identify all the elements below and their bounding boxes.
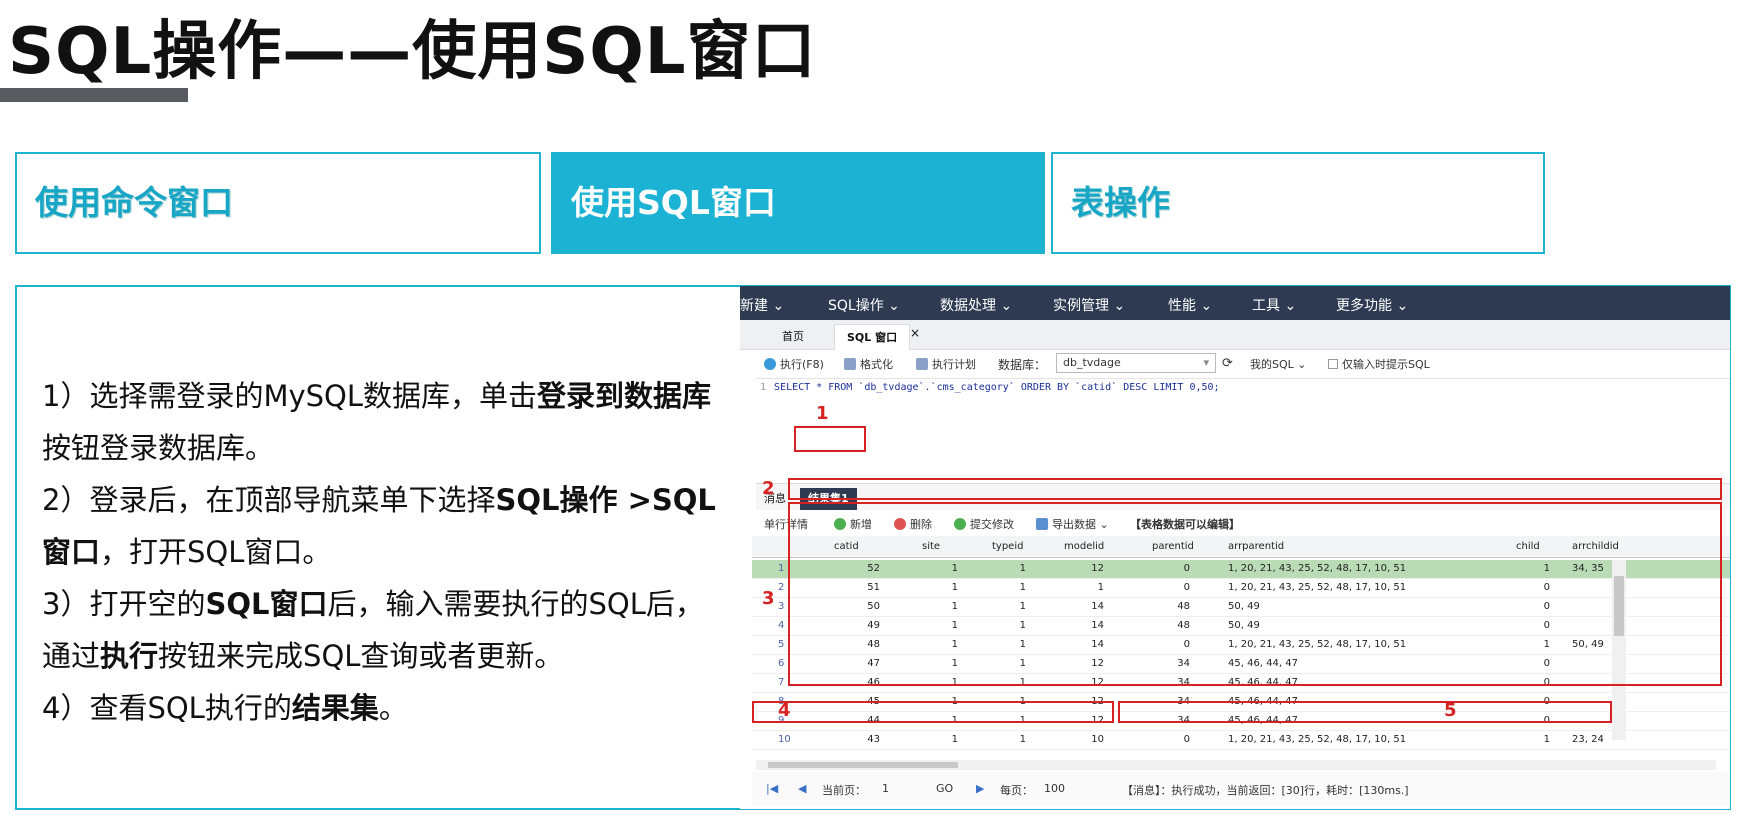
chevron-down-icon: ▾: [1203, 356, 1209, 369]
execution-plan-button[interactable]: 执行计划: [916, 356, 976, 372]
row-number: 4: [778, 620, 785, 631]
top-nav: 新建 ⌄ SQL操作 ⌄ 数据处理 ⌄ 实例管理 ⌄ 性能 ⌄ 工具 ⌄ 更多功…: [740, 286, 1730, 320]
table-cell[interactable]: 10: [1091, 734, 1104, 745]
nav-instance-management[interactable]: 实例管理 ⌄: [1053, 295, 1125, 315]
format-icon: [844, 358, 856, 370]
database-select[interactable]: db_tvdage ▾: [1056, 353, 1216, 373]
table-cell[interactable]: 0: [1184, 734, 1190, 745]
table-cell[interactable]: 1: [1544, 734, 1550, 745]
marker-box-1: [794, 426, 866, 452]
nav-sql-operations[interactable]: SQL操作 ⌄: [828, 295, 900, 315]
per-page-label: 每页：: [1000, 784, 1033, 797]
plan-icon: [916, 358, 928, 370]
go-button[interactable]: GO: [936, 782, 953, 795]
format-button[interactable]: 格式化: [844, 356, 893, 372]
row-number: 2: [778, 582, 785, 593]
marker-2: 2: [762, 478, 775, 499]
table-cell[interactable]: 1: [952, 734, 958, 745]
nav-performance[interactable]: 性能 ⌄: [1168, 295, 1212, 315]
row-number: 1: [778, 563, 785, 574]
per-page-select[interactable]: 100: [1044, 782, 1065, 795]
steps-list: 1）选择需登录的MySQL数据库，单击登录到数据库按钮登录数据库。 2）登录后，…: [42, 370, 732, 734]
page-tab-home[interactable]: 首页: [770, 324, 816, 350]
table-cell[interactable]: 1, 20, 21, 43, 25, 52, 48, 17, 10, 51: [1228, 734, 1406, 745]
row-number: 6: [778, 658, 785, 669]
table-cell[interactable]: 43: [867, 734, 880, 745]
table-cell[interactable]: 1: [1020, 734, 1026, 745]
pager: |◀ ◀ 当前页： 1 GO ▶ 每页： 100 【消息】：执行成功，当前返回：…: [752, 772, 1730, 806]
refresh-icon[interactable]: ⟳: [1222, 356, 1233, 371]
input-hint-checkbox[interactable]: 仅输入时提示SQL: [1328, 356, 1430, 372]
row-number: 10: [778, 734, 791, 745]
marker-box-3: [788, 502, 1722, 686]
my-sql-dropdown[interactable]: 我的SQL ⌄: [1250, 356, 1306, 372]
row-number: 5: [778, 639, 785, 650]
marker-box-2: [788, 478, 1722, 500]
execute-button[interactable]: 执行(F8): [764, 356, 824, 372]
prev-page-button[interactable]: ◀: [798, 782, 806, 795]
next-page-button[interactable]: ▶: [976, 782, 984, 795]
current-page-input[interactable]: 1: [882, 782, 889, 795]
page-tab-sql-window[interactable]: SQL 窗口: [834, 324, 911, 350]
nav-new[interactable]: 新建 ⌄: [740, 295, 784, 315]
marker-box-4: [752, 701, 1114, 723]
nav-more[interactable]: 更多功能 ⌄: [1336, 295, 1408, 315]
row-number: 7: [778, 677, 785, 688]
first-page-button[interactable]: |◀: [766, 782, 778, 795]
row-number: 3: [778, 601, 785, 612]
nav-data-processing[interactable]: 数据处理 ⌄: [940, 295, 1012, 315]
current-page-label: 当前页：: [822, 784, 866, 797]
page-tabs: 首页 SQL 窗口 ×: [740, 320, 1730, 350]
marker-box-5: [1118, 701, 1612, 723]
table-cell[interactable]: 23, 24: [1572, 734, 1604, 745]
status-message: 【消息】：执行成功，当前返回：[30]行，耗时：[130ms.]: [1122, 784, 1409, 797]
step-3: 3）打开空的SQL窗口后，输入需要执行的SQL后，通过执行按钮来完成SQL查询或…: [42, 587, 704, 673]
tab-table-operations[interactable]: 表操作: [1051, 152, 1545, 254]
nav-tools[interactable]: 工具 ⌄: [1252, 295, 1296, 315]
step-4: 4）查看SQL执行的结果集。: [42, 691, 408, 725]
marker-4: 4: [778, 700, 791, 721]
execute-icon: [764, 358, 776, 370]
marker-3: 3: [762, 588, 775, 609]
checkbox-icon: [1328, 359, 1338, 369]
step-1: 1）选择需登录的MySQL数据库，单击登录到数据库按钮登录数据库。: [42, 379, 712, 465]
marker-1: 1: [816, 403, 829, 424]
close-icon[interactable]: ×: [910, 326, 920, 340]
title-underline: [0, 88, 188, 102]
app-screenshot: 新建 ⌄ SQL操作 ⌄ 数据处理 ⌄ 实例管理 ⌄ 性能 ⌄ 工具 ⌄ 更多功…: [740, 286, 1730, 809]
database-label: 数据库：: [998, 358, 1047, 372]
table-row[interactable]: 10 43 1 1 10 0 1, 20, 21, 43, 25, 52, 48, 17, …: [752, 731, 1730, 750]
marker-5: 5: [1444, 700, 1457, 721]
horizontal-scroll-thumb[interactable]: [768, 762, 958, 768]
sql-editor[interactable]: 1 SELECT * FROM `db_tvdage`.`cms_category…: [756, 378, 1730, 482]
tab-sql-window[interactable]: 使用SQL窗口: [551, 152, 1045, 254]
tab-command-window[interactable]: 使用命令窗口: [15, 152, 541, 254]
sql-toolbar: 执行(F8) 格式化 执行计划 数据库： db_tvdage ▾ ⟳ 我的SQL …: [756, 350, 1730, 376]
slide-title: SQL操作——使用SQL窗口: [8, 15, 817, 89]
step-2: 2）登录后，在顶部导航菜单下选择SQL操作 >SQL窗口，打开SQL窗口。: [42, 483, 716, 569]
